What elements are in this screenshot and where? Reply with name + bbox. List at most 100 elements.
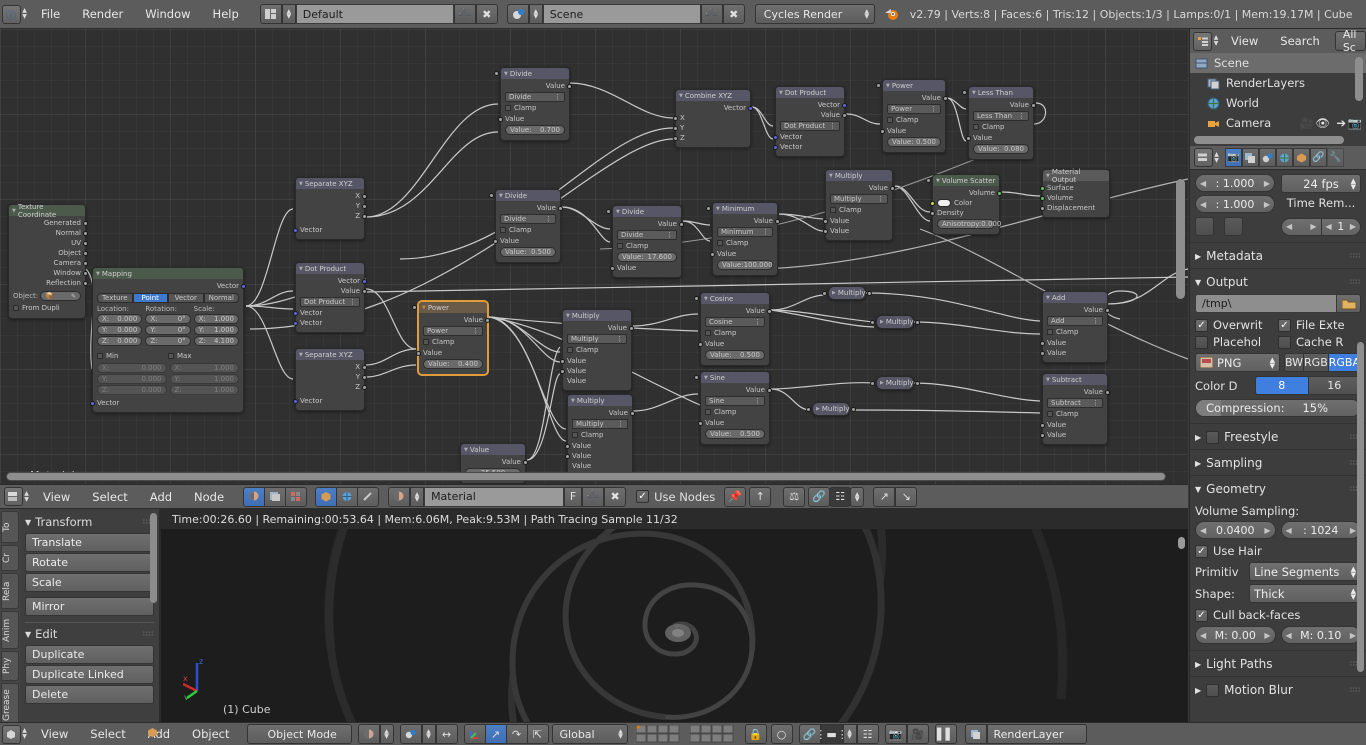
cull-backfaces-checkbox[interactable]: ✓ Cull back-faces: [1195, 608, 1361, 622]
node-header[interactable]: ▼ Multiply: [563, 310, 631, 321]
socket-value-out[interactable]: Value: [300, 286, 367, 296]
restrict-render-camera-icon[interactable]: 📷: [1348, 116, 1362, 130]
panel-header-edit[interactable]: ▼ Edit ∷∷: [25, 625, 154, 645]
screen-layout-spinner[interactable]: ▲ ▼: [281, 4, 296, 24]
restrict-render-icon[interactable]: 🎥: [1300, 116, 1314, 130]
section-header[interactable]: ▼ Output ∷∷: [1195, 273, 1361, 291]
node-header[interactable]: ▼ Dot Product: [296, 263, 364, 274]
file-format-dropdown[interactable]: PNG ▲ ▼: [1195, 353, 1280, 372]
socket-value-out[interactable]: Value: [423, 315, 490, 325]
node-header[interactable]: ▼ Volume Scatter: [933, 175, 999, 186]
node-header[interactable]: ▼ Divide: [501, 68, 569, 79]
texture-nodes-icon[interactable]: [285, 486, 308, 507]
node-header[interactable]: ▼ Separate XYZ: [296, 178, 364, 189]
max-steps-field[interactable]: ◀: 1024 ▶: [1280, 521, 1361, 539]
viewport-shading-selector[interactable]: ▲ ▼: [357, 724, 394, 744]
transform-orientation-selector[interactable]: Global ▲ ▼: [549, 724, 628, 744]
scale-z[interactable]: Z: 4.100: [193, 336, 239, 346]
checkbox-box[interactable]: ✓: [1195, 544, 1208, 558]
rotate-manipulator-icon[interactable]: ↷: [505, 724, 528, 744]
screen-layout-selector[interactable]: ▲ ▼ Default ➕ ✖: [259, 4, 498, 24]
socket-volume[interactable]: Volume: [1040, 193, 1105, 203]
socket-value-in-1[interactable]: Value: [565, 441, 628, 451]
socket-dot[interactable]: [241, 284, 246, 289]
node-material-output[interactable]: ▼ Material Output Surface Volume Displace…: [1040, 168, 1110, 218]
socket-value-out[interactable]: Value: [780, 110, 847, 120]
snap-target-icon[interactable]: ⋮▬⋮: [815, 724, 848, 744]
node-header[interactable]: ▼ Power: [419, 302, 487, 313]
socket-vector-out[interactable]: Vector: [680, 103, 753, 113]
node-dot-product-1[interactable]: ▼ Dot Product Vector Value Dot Product ⋮ V…: [293, 262, 367, 333]
node-less-than[interactable]: ▼ Less Than Value Less Than ⋮ Clamp Value …: [962, 86, 1036, 160]
opengl-render-group[interactable]: ▌▌: [934, 724, 957, 744]
snap-controls[interactable]: ⚖ 🔗 ☷ ▲ ▼: [783, 486, 865, 507]
tab-physics[interactable]: Phy: [1, 651, 19, 681]
editor-type-chevron[interactable]: ▲ ▼: [1212, 35, 1220, 47]
toolshelf-scrollbar[interactable]: [150, 513, 157, 603]
color-depth-toggle[interactable]: 8 16: [1255, 376, 1361, 395]
shader-type-toggle[interactable]: [243, 486, 308, 507]
node-header[interactable]: ▼ Combine XYZ: [676, 90, 750, 101]
socket-value-out[interactable]: Value: [887, 93, 948, 103]
operation-dropdown[interactable]: Dot Product ⋮: [780, 121, 840, 131]
clamp-checkbox[interactable]: Clamp: [567, 345, 627, 355]
color-mode-rgb[interactable]: RGB: [1303, 353, 1329, 372]
min-x[interactable]: X: 0.000: [97, 363, 167, 373]
scene-spinner[interactable]: ▲ ▼: [528, 4, 543, 24]
socket-value-in-1[interactable]: Value: [560, 356, 627, 366]
max-y[interactable]: Y: 1.000: [169, 374, 239, 384]
properties-tab-object[interactable]: [1293, 148, 1310, 167]
socket-value-out[interactable]: Value: [705, 306, 772, 316]
socket-value-out[interactable]: Value: [567, 323, 634, 333]
min-y[interactable]: Y: 0.000: [97, 374, 167, 384]
file-extensions-checkbox[interactable]: ✓ File Exte: [1278, 318, 1361, 332]
translate-button[interactable]: Translate: [25, 533, 154, 552]
editor-type-selector[interactable]: ⓘ ▲ ▼: [0, 0, 30, 28]
operation-dropdown[interactable]: Multiply ⋮: [572, 419, 628, 429]
node-divide-top[interactable]: ▼ Divide Value Divide ⋮ Clamp Value Value:…: [494, 67, 572, 141]
node-header[interactable]: ▼ Sine: [701, 372, 769, 383]
operation-dropdown[interactable]: Divide ⋮: [617, 230, 677, 240]
chevron-down-icon[interactable]: ▼: [25, 630, 31, 639]
node-header[interactable]: ▼ Multiply: [826, 170, 892, 181]
snap-group[interactable]: 🔗 ⋮▬⋮ ▲ ▼ ☷: [798, 724, 879, 744]
value-field[interactable]: Value: 17.600: [606, 209, 677, 262]
lock-to-scene-button[interactable]: 🔒: [744, 724, 767, 744]
rotation-x[interactable]: X: 0°: [145, 314, 191, 324]
operation-dropdown[interactable]: Multiply ⋮: [830, 194, 888, 204]
outliner-menu-search[interactable]: Search: [1269, 30, 1331, 52]
clamp-checkbox[interactable]: Clamp: [973, 122, 1029, 132]
socket-x-in[interactable]: X: [673, 113, 746, 123]
cursor-arrow-icon[interactable]: ➔: [1336, 116, 1346, 130]
motion-blur-checkbox[interactable]: [1206, 683, 1220, 697]
socket-value-out[interactable]: Value: [1047, 387, 1110, 397]
pin-button[interactable]: 📌: [724, 486, 747, 507]
socket-dot[interactable]: [83, 221, 88, 226]
node-header[interactable]: ▼ Separate XYZ: [296, 349, 364, 360]
node-power-top[interactable]: ▼ Power Value Power ⋮ Clamp Value Value: 0.…: [876, 79, 948, 153]
editor-type-chevron[interactable]: ▲ ▼: [23, 490, 31, 503]
socket-x[interactable]: X: [300, 191, 367, 201]
snap-chevron[interactable]: ▲ ▼: [842, 724, 857, 744]
go-parent-button[interactable]: ↑: [749, 486, 772, 507]
scene-layers-widget[interactable]: [635, 724, 738, 744]
chevron-right-icon[interactable]: ▶: [1195, 459, 1201, 468]
pin-icon[interactable]: 📌: [724, 486, 747, 507]
socket-dot[interactable]: [83, 241, 88, 246]
shader-nodes-icon[interactable]: [243, 486, 266, 507]
value-field[interactable]: Value: 100.000: [706, 206, 773, 270]
socket-vector-out[interactable]: Vector: [300, 276, 367, 286]
socket-displacement[interactable]: Displacement: [1040, 203, 1105, 213]
shading-solid-icon[interactable]: [357, 724, 380, 744]
menu-window[interactable]: Window: [134, 0, 201, 28]
material-name-field[interactable]: Material: [424, 486, 565, 507]
operation-dropdown[interactable]: Power ⋮: [887, 104, 941, 114]
chevron-down-icon[interactable]: ⋮: [554, 93, 561, 101]
viewport-editor-type-selector[interactable]: ▲ ▼: [0, 724, 30, 744]
mode-value[interactable]: Object Mode: [246, 724, 352, 744]
socket-value-out[interactable]: Value: [830, 183, 895, 193]
new-material-button[interactable]: ➕: [582, 486, 605, 507]
node-menu-node[interactable]: Node: [183, 485, 235, 509]
add-scene-button[interactable]: ➕: [700, 4, 723, 24]
checkbox-box[interactable]: ✓: [1278, 318, 1291, 332]
